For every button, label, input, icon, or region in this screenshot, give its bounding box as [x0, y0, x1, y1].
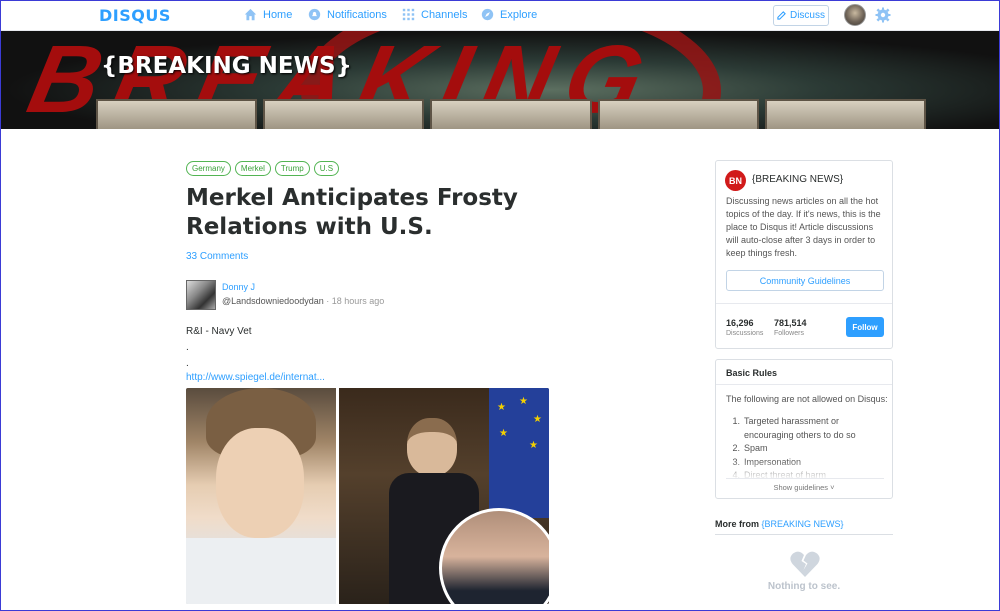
tag[interactable]: Merkel: [234, 161, 271, 176]
channel-banner: BREAKING {BREAKING NEWS}: [1, 31, 999, 129]
divider: [726, 478, 884, 479]
home-icon: [244, 8, 257, 21]
show-guidelines-label: Show guidelines: [773, 483, 829, 492]
top-nav: DISQUS Home Notifications Channels Explo…: [1, 1, 999, 31]
discussions-label: Discussions: [726, 330, 764, 337]
rules-title: Basic Rules: [726, 368, 778, 378]
article-link[interactable]: http://www.spiegel.de/internat...: [186, 372, 325, 383]
divider: [716, 303, 892, 304]
tag[interactable]: Germany: [186, 161, 231, 176]
chevron-down-icon: ˅: [830, 483, 835, 492]
author-handle[interactable]: @Landsdowniedoodydan: [222, 296, 324, 306]
banner-tiles: [96, 99, 927, 129]
show-guidelines-button[interactable]: Show guidelines ˅: [716, 483, 892, 492]
discuss-button-label: Discuss: [789, 10, 825, 21]
follow-button[interactable]: Follow: [846, 317, 884, 337]
list-item: 1. Targeted harassment or encouraging oth…: [732, 416, 856, 440]
basic-rules-card: Basic Rules The following are not allowe…: [715, 359, 893, 499]
gear-icon[interactable]: [875, 7, 891, 23]
page-frame: DISQUS Home Notifications Channels Explo…: [0, 0, 1000, 611]
image-panel-right: ★ ★ ★ ★ ★: [339, 388, 549, 604]
nav-notifications-label: Notifications: [327, 8, 387, 21]
nav-explore-label: Explore: [500, 8, 538, 21]
channel-title[interactable]: {BREAKING NEWS}: [101, 53, 352, 79]
post-tags: Germany Merkel Trump U.S: [186, 161, 340, 176]
pencil-icon: [777, 11, 786, 20]
author-avatar[interactable]: [186, 280, 216, 310]
divider: [716, 384, 892, 385]
broken-heart-icon: [790, 551, 820, 577]
grid-icon: [402, 8, 415, 21]
author-meta: @Landsdowniedoodydan · 18 hours ago: [222, 296, 384, 306]
more-from-heading: More from {BREAKING NEWS}: [715, 519, 844, 529]
more-from-prefix: More from: [715, 519, 760, 529]
list-item: 2. Spam: [732, 443, 768, 453]
post-time[interactable]: 18 hours ago: [332, 296, 385, 306]
nav-channels-label: Channels: [421, 8, 468, 21]
rules-intro: The following are not allowed on Disqus:: [726, 394, 888, 404]
comments-count-link[interactable]: 33 Comments: [186, 251, 248, 262]
meta-separator: ·: [326, 296, 330, 306]
discussions-count: 16,296: [726, 318, 754, 328]
nav-explore[interactable]: Explore: [481, 8, 537, 21]
empty-state-text: Nothing to see.: [767, 581, 841, 592]
channel-description: Discussing news articles on all the hot …: [726, 196, 881, 258]
discuss-button[interactable]: Discuss: [773, 5, 829, 26]
image-panel-left: [186, 388, 336, 604]
channel-logo[interactable]: BN: [725, 170, 746, 191]
post-body: R&I - Navy Vet . .: [186, 324, 252, 372]
compass-icon: [481, 8, 494, 21]
tag[interactable]: Trump: [274, 161, 310, 176]
channel-info-card: BN {BREAKING NEWS} Discussing news artic…: [715, 160, 893, 349]
followers-count: 781,514: [774, 318, 807, 328]
body-line: R&I - Navy Vet: [186, 326, 252, 337]
body-line: .: [186, 342, 189, 353]
nav-home-label: Home: [263, 8, 293, 21]
community-guidelines-button[interactable]: Community Guidelines: [726, 270, 884, 291]
bell-icon: [308, 8, 321, 21]
disqus-logo[interactable]: DISQUS: [99, 6, 171, 25]
followers-stat: 781,514 Followers: [774, 318, 807, 337]
tag[interactable]: U.S: [313, 161, 340, 176]
nav-notifications[interactable]: Notifications: [308, 8, 387, 21]
more-from-channel-link[interactable]: {BREAKING NEWS}: [762, 519, 844, 529]
discussions-stat: 16,296 Discussions: [726, 318, 763, 337]
body-line: .: [186, 358, 189, 369]
author-name[interactable]: Donny J: [222, 282, 255, 292]
channel-name[interactable]: {BREAKING NEWS}: [752, 174, 843, 185]
nav-channels[interactable]: Channels: [402, 8, 467, 21]
post-title: Merkel Anticipates Frosty Relations with…: [186, 185, 518, 240]
followers-label: Followers: [774, 330, 804, 337]
user-avatar[interactable]: [844, 4, 866, 26]
nav-home[interactable]: Home: [244, 8, 292, 21]
divider: [715, 534, 893, 535]
post-image[interactable]: ★ ★ ★ ★ ★: [186, 388, 549, 604]
